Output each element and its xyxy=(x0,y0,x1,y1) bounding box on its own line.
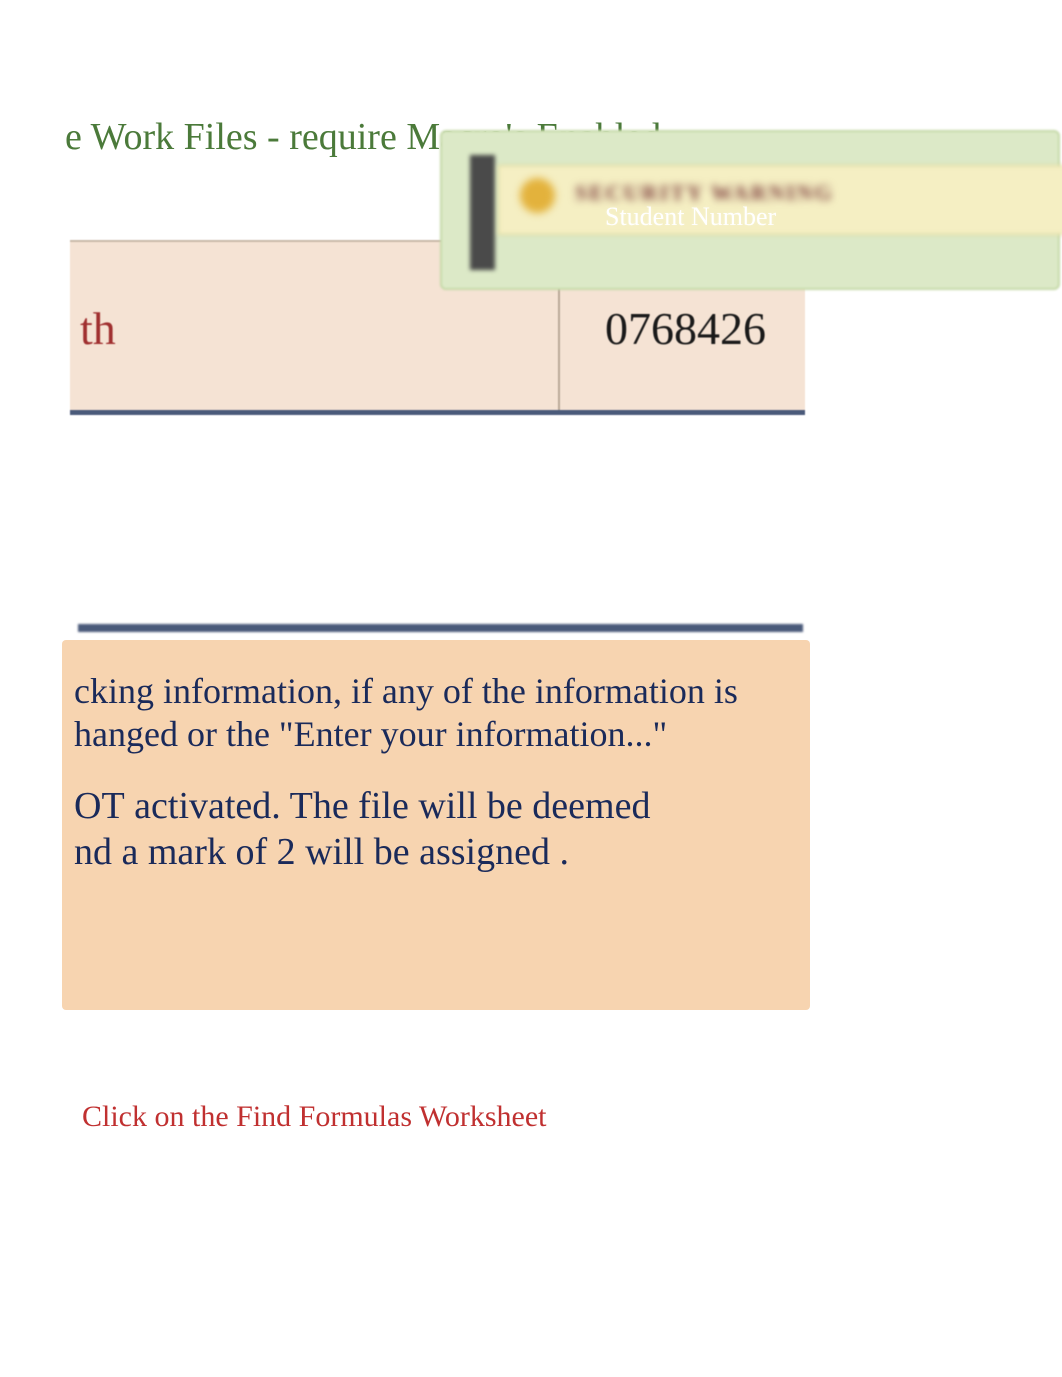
student-number-label: Student Number xyxy=(605,202,776,232)
security-banner-side xyxy=(470,155,495,270)
info-paragraph-2: OT activated. The file will be deemed nd… xyxy=(74,784,800,875)
info-paragraph-1: cking information, if any of the informa… xyxy=(74,670,800,756)
info-para2-left: OT xyxy=(74,785,125,827)
footer-instruction[interactable]: Click on the Find Formulas Worksheet xyxy=(82,1100,547,1134)
info-para2-mid: activated. The file will be deemed xyxy=(134,785,650,827)
info-para2-bottom: nd a mark of 2 will be assigned . xyxy=(74,831,569,873)
info-box: cking information, if any of the informa… xyxy=(62,640,810,1010)
divider xyxy=(78,624,803,632)
shield-icon xyxy=(520,178,555,213)
